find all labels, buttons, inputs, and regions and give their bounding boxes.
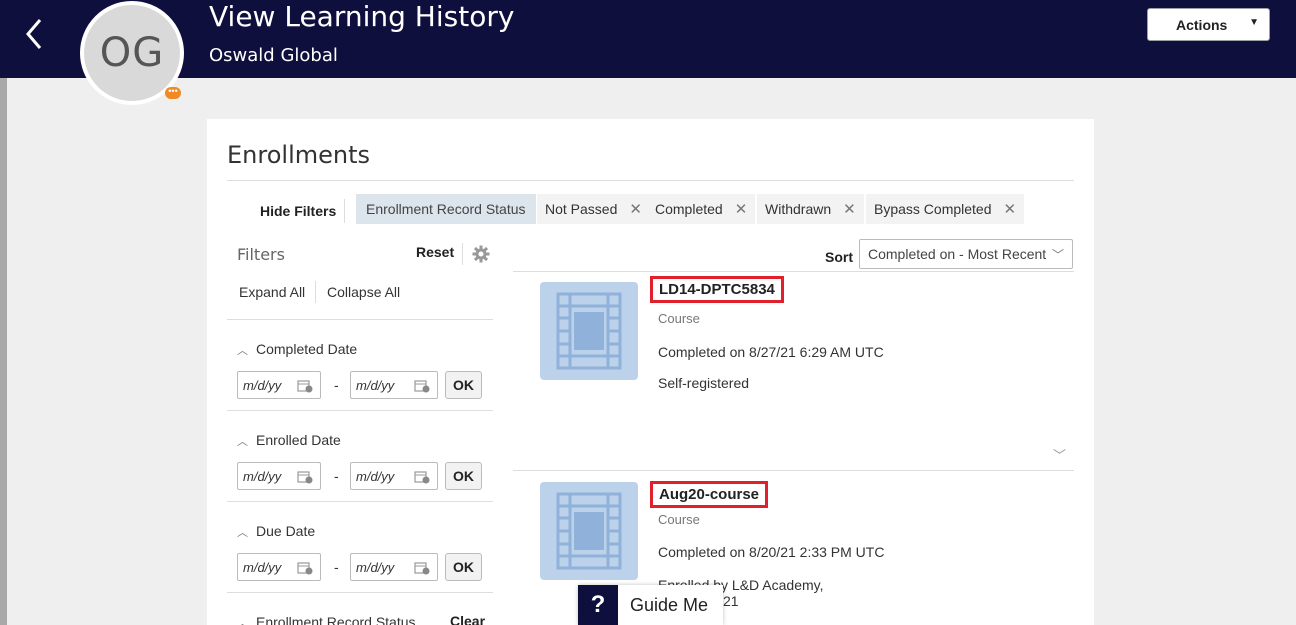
section-title: Enrollments — [227, 141, 371, 169]
calendar-icon[interactable] — [414, 379, 430, 393]
more-options-badge-icon[interactable]: ••• — [165, 87, 181, 99]
chip-label: Withdrawn — [765, 201, 832, 217]
chevron-down-icon: ﹀ — [1051, 248, 1064, 262]
chip-label: Bypass Completed — [874, 201, 992, 217]
back-button[interactable] — [18, 14, 52, 54]
course-thumbnail[interactable] — [540, 482, 638, 580]
close-icon[interactable]: ✕ — [843, 200, 856, 218]
chevron-up-icon: ︿ — [237, 345, 248, 357]
due-date-ok-button[interactable]: OK — [445, 553, 482, 581]
active-filter-label: Enrollment Record Status — [356, 194, 536, 224]
sort-label: Sort — [825, 249, 853, 265]
course-completed-date: Completed on 8/27/21 6:29 AM UTC — [658, 344, 884, 360]
calendar-icon[interactable] — [414, 470, 430, 484]
sort-select[interactable]: Completed on - Most Recent ﹀ — [859, 239, 1073, 269]
page-title: View Learning History — [209, 0, 515, 33]
filter-section-label: Due Date — [256, 523, 316, 539]
divider — [344, 199, 345, 223]
filter-section-enrollment-record-status[interactable]: ︿ Enrollment Record Status — [237, 614, 416, 625]
clear-button[interactable]: Clear — [450, 613, 485, 625]
chevron-up-icon: ︿ — [237, 436, 248, 448]
calendar-icon[interactable] — [297, 561, 313, 575]
filter-section-label: Completed Date — [256, 341, 358, 357]
filter-chip-completed[interactable]: Completed ✕ — [647, 194, 756, 224]
filter-chip-not-passed[interactable]: Not Passed ✕ — [537, 194, 650, 224]
chip-label: Completed — [655, 201, 723, 217]
due-date-to-input[interactable]: m/d/yy — [350, 553, 438, 581]
divider — [227, 592, 493, 593]
divider — [462, 243, 463, 265]
date-placeholder: m/d/yy — [356, 559, 395, 575]
completed-date-ok-button[interactable]: OK — [445, 371, 482, 399]
filter-chip-withdrawn[interactable]: Withdrawn ✕ — [757, 194, 864, 224]
chip-label: Not Passed — [545, 201, 618, 217]
course-completed-date: Completed on 8/20/21 2:33 PM UTC — [658, 544, 885, 560]
date-placeholder: m/d/yy — [243, 559, 282, 575]
page-header: View Learning History Oswald Global Acti… — [0, 0, 1296, 78]
help-icon: ? — [578, 585, 618, 625]
divider — [227, 180, 1074, 181]
actions-button[interactable]: Actions ▼ — [1147, 8, 1270, 41]
hide-filters-button[interactable]: Hide Filters — [260, 203, 336, 219]
gear-icon[interactable] — [472, 245, 490, 263]
collapse-all-link[interactable]: Collapse All — [327, 284, 400, 300]
date-placeholder: m/d/yy — [243, 377, 282, 393]
course-type: Course — [658, 311, 700, 326]
enrollments-card: Enrollments Hide Filters Enrollment Reco… — [207, 119, 1094, 625]
close-icon[interactable]: ✕ — [735, 200, 748, 218]
divider — [315, 281, 316, 303]
filter-section-due-date[interactable]: ︿ Due Date — [237, 523, 315, 540]
avatar-initials: OG — [99, 30, 165, 76]
course-title-link[interactable]: LD14-DPTC5834 — [650, 276, 784, 303]
actions-label: Actions — [1176, 16, 1228, 33]
enrolled-date-to-input[interactable]: m/d/yy — [350, 462, 438, 490]
course-registration: Self-registered — [658, 375, 750, 391]
guide-me-label: Guide Me — [630, 594, 709, 615]
film-icon — [556, 292, 622, 370]
chevron-down-icon[interactable]: ﹀ — [1053, 445, 1066, 464]
chevron-up-icon: ︿ — [237, 618, 248, 625]
chevron-up-icon: ︿ — [237, 527, 248, 539]
due-date-from-input[interactable]: m/d/yy — [237, 553, 321, 581]
divider — [227, 410, 493, 411]
calendar-icon[interactable] — [297, 379, 313, 393]
obscured-date-fragment: 21 — [723, 593, 739, 609]
reset-button[interactable]: Reset — [416, 244, 454, 260]
expand-all-link[interactable]: Expand All — [239, 284, 305, 300]
filter-section-enrolled-date[interactable]: ︿ Enrolled Date — [237, 432, 341, 449]
divider — [513, 271, 1074, 272]
close-icon[interactable]: ✕ — [629, 200, 642, 218]
course-title-link[interactable]: Aug20-course — [650, 481, 769, 508]
calendar-icon[interactable] — [297, 470, 313, 484]
guide-me-button[interactable]: ? Guide Me — [578, 585, 723, 625]
course-thumbnail[interactable] — [540, 282, 638, 380]
film-icon — [556, 492, 622, 570]
left-edge-strip — [0, 78, 7, 625]
close-icon[interactable]: ✕ — [1004, 200, 1017, 218]
range-separator: - — [334, 468, 339, 484]
filter-section-label: Enrollment Record Status — [256, 614, 416, 625]
filter-section-label: Enrolled Date — [256, 432, 341, 448]
divider — [227, 501, 493, 502]
chevron-left-icon — [26, 19, 42, 49]
filters-title: Filters — [237, 245, 285, 264]
divider — [227, 319, 493, 320]
course-type: Course — [658, 512, 700, 527]
calendar-icon[interactable] — [414, 561, 430, 575]
range-separator: - — [334, 377, 339, 393]
enrolled-date-ok-button[interactable]: OK — [445, 462, 482, 490]
filter-section-completed-date[interactable]: ︿ Completed Date — [237, 341, 357, 358]
sort-selected-value: Completed on - Most Recent — [868, 246, 1047, 262]
date-placeholder: m/d/yy — [356, 377, 395, 393]
caret-down-icon: ▼ — [1249, 17, 1259, 28]
filter-chip-bypass-completed[interactable]: Bypass Completed ✕ — [866, 194, 1025, 224]
page-subtitle: Oswald Global — [209, 45, 338, 66]
date-placeholder: m/d/yy — [243, 468, 282, 484]
date-placeholder: m/d/yy — [356, 468, 395, 484]
enrolled-date-from-input[interactable]: m/d/yy — [237, 462, 321, 490]
completed-date-from-input[interactable]: m/d/yy — [237, 371, 321, 399]
range-separator: - — [334, 559, 339, 575]
completed-date-to-input[interactable]: m/d/yy — [350, 371, 438, 399]
divider — [513, 470, 1074, 471]
